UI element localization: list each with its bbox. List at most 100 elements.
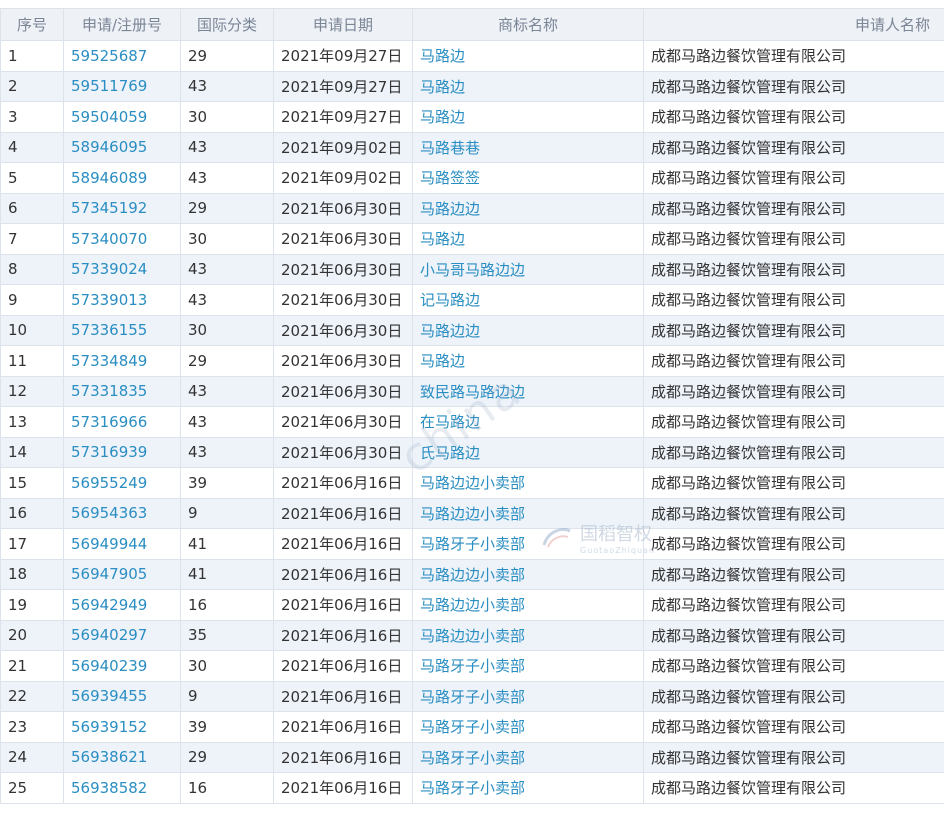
table-row: 12 57331835 43 2021年06月30日 致民路马路边边 成都马路边餐饮管理有… [0,375,944,407]
cell-date: 2021年06月30日 [273,314,413,346]
table-row: 22 56939455 9 2021年06月16日 马路牙子小卖部 成都马路边餐饮管理有限… [0,680,944,712]
cell-mark[interactable]: 马路签签 [412,162,644,194]
cell-applicant: 成都马路边餐饮管理有限公司 [643,619,944,651]
cell-mark[interactable]: 马路边 [412,40,644,72]
cell-seq: 7 [0,223,64,255]
cell-reg-no[interactable]: 59504059 [63,101,181,133]
cell-mark[interactable]: 马路牙子小卖部 [412,711,644,743]
cell-date: 2021年06月16日 [273,558,413,590]
cell-intl-class: 30 [180,650,274,682]
cell-reg-no[interactable]: 56940297 [63,619,181,651]
cell-intl-class: 41 [180,558,274,590]
cell-date: 2021年06月16日 [273,467,413,499]
header-mark[interactable]: 商标名称 [412,8,644,41]
cell-mark[interactable]: 小马哥马路边边 [412,253,644,285]
cell-mark[interactable]: 马路牙子小卖部 [412,650,644,682]
cell-mark[interactable]: 马路牙子小卖部 [412,772,644,804]
cell-reg-no[interactable]: 56939152 [63,711,181,743]
table-row: 25 56938582 16 2021年06月16日 马路牙子小卖部 成都马路边餐饮管理有… [0,772,944,804]
cell-applicant: 成都马路边餐饮管理有限公司 [643,223,944,255]
cell-mark[interactable]: 在马路边 [412,406,644,438]
cell-reg-no[interactable]: 57316966 [63,406,181,438]
cell-mark[interactable]: 马路边边 [412,192,644,224]
table-row: 18 56947905 41 2021年06月16日 马路边边小卖部 成都马路边餐饮管理有… [0,558,944,590]
cell-seq: 18 [0,558,64,590]
table-row: 17 56949944 41 2021年06月16日 马路牙子小卖部 成都马路边餐饮管理有… [0,528,944,560]
cell-reg-no[interactable]: 57340070 [63,223,181,255]
cell-seq: 3 [0,101,64,133]
cell-date: 2021年06月16日 [273,680,413,712]
cell-reg-no[interactable]: 57316939 [63,436,181,468]
cell-mark[interactable]: 马路牙子小卖部 [412,741,644,773]
cell-reg-no[interactable]: 57339013 [63,284,181,316]
table-row: 7 57340070 30 2021年06月30日 马路边 成都马路边餐饮管理有限公司 [0,223,944,255]
table-body: 1 59525687 29 2021年09月27日 马路边 成都马路边餐饮管理有限公司 2 5… [0,40,944,804]
cell-applicant: 成都马路边餐饮管理有限公司 [643,345,944,377]
table-row: 2 59511769 43 2021年09月27日 马路边 成都马路边餐饮管理有限公司 [0,70,944,102]
cell-reg-no[interactable]: 58946095 [63,131,181,163]
cell-mark[interactable]: 马路边 [412,223,644,255]
cell-reg-no[interactable]: 56939455 [63,680,181,712]
cell-mark[interactable]: 马路巷巷 [412,131,644,163]
cell-intl-class: 29 [180,741,274,773]
header-intl-class[interactable]: 国际分类 [180,8,274,41]
cell-reg-no[interactable]: 56949944 [63,528,181,560]
header-seq[interactable]: 序号 [0,8,64,41]
header-applicant[interactable]: 申请人名称 [643,8,944,41]
cell-intl-class: 35 [180,619,274,651]
cell-applicant: 成都马路边餐饮管理有限公司 [643,467,944,499]
cell-applicant: 成都马路边餐饮管理有限公司 [643,741,944,773]
cell-mark[interactable]: 马路边 [412,70,644,102]
cell-reg-no[interactable]: 56940239 [63,650,181,682]
cell-reg-no[interactable]: 56947905 [63,558,181,590]
cell-reg-no[interactable]: 59511769 [63,70,181,102]
cell-reg-no[interactable]: 59525687 [63,40,181,72]
cell-mark[interactable]: 马路牙子小卖部 [412,528,644,560]
cell-reg-no[interactable]: 56954363 [63,497,181,529]
cell-seq: 2 [0,70,64,102]
cell-seq: 10 [0,314,64,346]
cell-mark[interactable]: 马路边 [412,345,644,377]
cell-mark[interactable]: 马路边边小卖部 [412,619,644,651]
cell-mark[interactable]: 马路边边小卖部 [412,467,644,499]
cell-reg-no[interactable]: 58946089 [63,162,181,194]
cell-applicant: 成都马路边餐饮管理有限公司 [643,528,944,560]
cell-reg-no[interactable]: 56938621 [63,741,181,773]
cell-intl-class: 39 [180,711,274,743]
cell-reg-no[interactable]: 57331835 [63,375,181,407]
cell-mark[interactable]: 氏马路边 [412,436,644,468]
cell-date: 2021年06月16日 [273,650,413,682]
cell-mark[interactable]: 马路边边 [412,314,644,346]
cell-mark[interactable]: 马路边边小卖部 [412,589,644,621]
cell-mark[interactable]: 致民路马路边边 [412,375,644,407]
header-reg-no[interactable]: 申请/注册号 [63,8,181,41]
cell-applicant: 成都马路边餐饮管理有限公司 [643,406,944,438]
cell-reg-no[interactable]: 57334849 [63,345,181,377]
cell-reg-no[interactable]: 57336155 [63,314,181,346]
cell-mark[interactable]: 马路边边小卖部 [412,558,644,590]
cell-reg-no[interactable]: 57339024 [63,253,181,285]
cell-intl-class: 9 [180,680,274,712]
cell-mark[interactable]: 马路边 [412,101,644,133]
cell-intl-class: 30 [180,223,274,255]
cell-seq: 13 [0,406,64,438]
cell-intl-class: 9 [180,497,274,529]
cell-applicant: 成都马路边餐饮管理有限公司 [643,162,944,194]
cell-seq: 22 [0,680,64,712]
cell-mark[interactable]: 马路牙子小卖部 [412,680,644,712]
header-date[interactable]: 申请日期 [273,8,413,41]
cell-intl-class: 16 [180,772,274,804]
cell-reg-no[interactable]: 56955249 [63,467,181,499]
cell-mark[interactable]: 马路边边小卖部 [412,497,644,529]
table-row: 14 57316939 43 2021年06月30日 氏马路边 成都马路边餐饮管理有限公司 [0,436,944,468]
cell-mark[interactable]: 记马路边 [412,284,644,316]
cell-reg-no[interactable]: 56938582 [63,772,181,804]
cell-reg-no[interactable]: 56942949 [63,589,181,621]
cell-seq: 5 [0,162,64,194]
cell-date: 2021年06月16日 [273,772,413,804]
table-row: 8 57339024 43 2021年06月30日 小马哥马路边边 成都马路边餐饮管理有限… [0,253,944,285]
table-row: 24 56938621 29 2021年06月16日 马路牙子小卖部 成都马路边餐饮管理有… [0,741,944,773]
cell-applicant: 成都马路边餐饮管理有限公司 [643,70,944,102]
cell-applicant: 成都马路边餐饮管理有限公司 [643,680,944,712]
cell-reg-no[interactable]: 57345192 [63,192,181,224]
